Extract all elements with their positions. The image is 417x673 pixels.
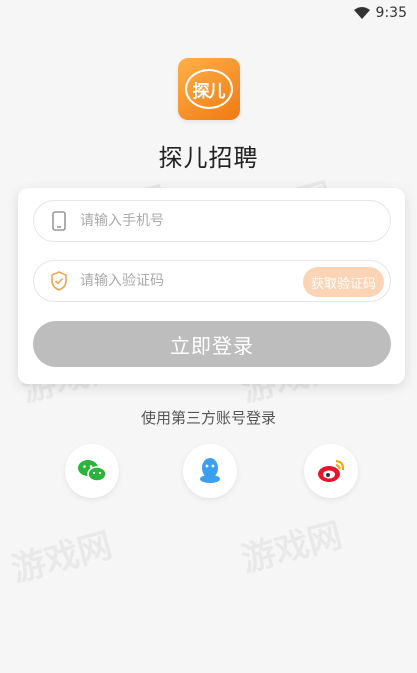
weibo-login-button[interactable] [304,444,358,498]
code-field[interactable]: 获取验证码 [33,260,391,302]
wifi-icon [353,7,370,19]
third-party-label: 使用第三方账号登录 [140,409,276,427]
phone-input[interactable] [78,212,390,230]
wechat-icon [78,460,107,482]
wechat-login-button[interactable] [65,444,119,498]
login-card: 获取验证码 立即登录 [18,188,405,384]
shield-icon [48,270,70,292]
status-time: 9:35 [375,5,407,21]
status-bar: 9:35 [0,0,417,26]
watermark: 游戏网 [7,525,117,591]
logo-text: 探儿 [184,69,233,109]
app-title: 探儿招聘 [158,144,259,172]
get-code-button[interactable]: 获取验证码 [302,267,384,297]
watermark: 游戏网 [237,515,347,581]
phone-field[interactable] [33,200,391,242]
login-button[interactable]: 立即登录 [33,321,391,367]
weibo-icon [318,460,345,482]
app-logo: 探儿 [177,58,240,120]
phone-icon [48,210,70,232]
qq-login-button[interactable] [183,444,237,498]
qq-icon [200,458,220,483]
